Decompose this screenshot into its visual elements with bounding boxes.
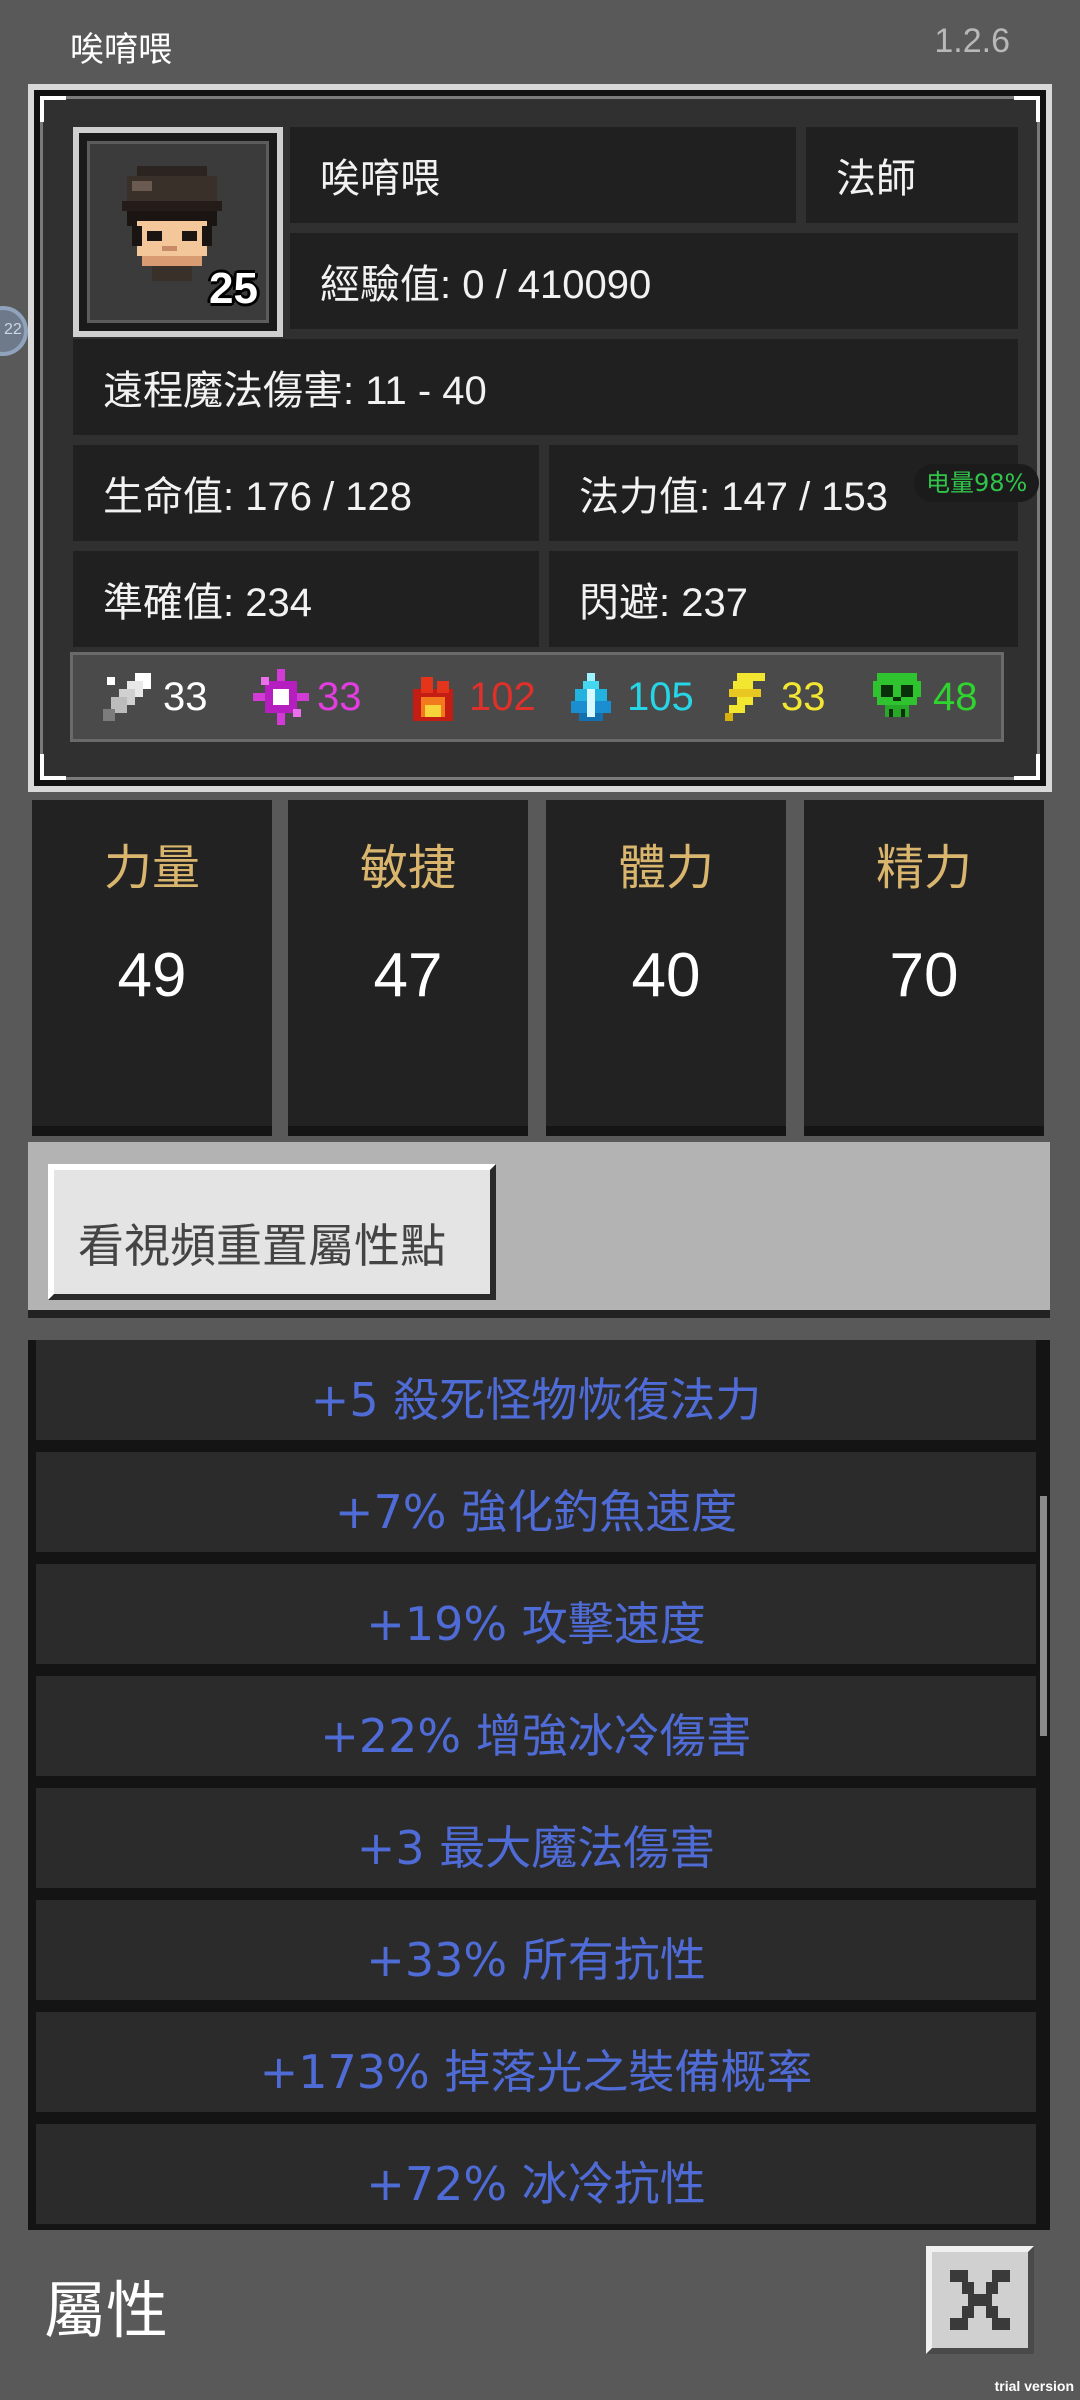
battery-indicator: 电量98% [914,464,1040,502]
bonus-text: +3 最大魔法傷害 [356,1821,716,1875]
trial-watermark: trial version [994,2378,1074,2394]
list-item: +5 殺死怪物恢復法力 [36,1340,1036,1446]
fire-icon [413,677,453,721]
stat-name: 體力 [617,840,714,896]
level-badge: 25 [209,264,258,313]
resist-value: 48 [933,674,978,719]
dodge-cell: 閃避: 237 [549,551,1018,647]
accuracy-value: 準確值: 234 [103,581,312,625]
hp-cell: 生命值: 176 / 128 [73,445,539,541]
accuracy-cell: 準確值: 234 [73,551,539,647]
bonus-text: +72% 冰冷抗性 [366,2157,706,2211]
stat-strength[interactable]: 力量 49 [32,800,272,1136]
reset-attributes-label: 看視頻重置屬性點 [78,1219,446,1273]
scrollbar-thumb[interactable] [1040,1496,1047,1736]
bonus-text: +22% 增強冰冷傷害 [320,1709,752,1763]
resist-value: 105 [627,674,694,719]
list-item: +19% 攻擊速度 [36,1564,1036,1670]
character-name: 唉唷喂 [320,157,440,201]
ranged-magic-damage: 遠程魔法傷害: 11 - 40 [103,369,487,413]
stat-name: 精力 [875,840,972,896]
resist-physical: 33 [99,655,208,739]
frame-corner [1014,96,1040,122]
bonus-text: +173% 掉落光之裝備概率 [259,2045,813,2099]
poison-skull-icon [873,673,921,717]
stat-vitality[interactable]: 體力 40 [546,800,786,1136]
resist-fire: 102 [405,655,536,739]
bonus-text: +33% 所有抗性 [366,1933,706,1987]
frame-corner [40,96,66,122]
stat-value: 47 [373,941,443,1010]
class-cell: 法師 [806,127,1018,223]
stat-value: 49 [117,941,187,1010]
damage-cell: 遠程魔法傷害: 11 - 40 [73,339,1018,435]
stat-value: 70 [889,941,959,1010]
dodge-value: 閃避: 237 [579,581,748,625]
list-item: +173% 掉落光之裝備概率 [36,2012,1036,2118]
reset-attributes-button[interactable]: 看視頻重置屬性點 [48,1164,496,1300]
top-bar-title: 唉唷喂 [70,30,172,70]
bonus-text: +7% 強化釣魚速度 [334,1485,738,1539]
name-cell: 唉唷喂 [290,127,796,223]
floating-bubble-label: 22 [4,321,22,338]
experience-cell: 經驗值: 0 / 410090 [290,233,1018,329]
floating-assist-bubble[interactable]: 22 [0,306,28,356]
scrollbar-track[interactable] [1040,1340,1048,2230]
list-item: +22% 增強冰冷傷害 [36,1676,1036,1782]
close-icon [950,2270,1010,2330]
experience-value: 經驗值: 0 / 410090 [320,263,652,307]
version-label: 1.2.6 [934,22,1010,60]
close-button[interactable] [926,2246,1034,2354]
resist-cold: 105 [563,655,694,739]
resist-value: 33 [781,674,826,719]
frame-corner [40,754,66,780]
resist-magic: 33 [253,655,362,739]
bonus-text: +19% 攻擊速度 [366,1597,706,1651]
sword-icon [103,673,151,721]
frame-corner [1014,754,1040,780]
bonus-text: +5 殺死怪物恢復法力 [310,1373,762,1427]
resist-poison: 48 [869,655,978,739]
stat-name: 力量 [103,840,200,896]
stat-energy[interactable]: 精力 70 [804,800,1044,1136]
magic-spark-icon [253,669,309,725]
list-item: +72% 冰冷抗性 [36,2124,1036,2230]
character-portrait[interactable]: 25 [73,127,283,337]
resist-value: 102 [469,674,536,719]
list-item: +33% 所有抗性 [36,1900,1036,2006]
character-class: 法師 [836,157,916,201]
screen-title: 屬性 [44,2274,169,2347]
resist-lightning: 33 [717,655,826,739]
bonus-list[interactable]: +5 殺死怪物恢復法力 +7% 強化釣魚速度 +19% 攻擊速度 +22% 增強… [28,1340,1050,2230]
stat-agility[interactable]: 敏捷 47 [288,800,528,1136]
stat-value: 40 [631,941,701,1010]
ice-crystal-icon [571,673,611,721]
resistance-strip: 33 33 102 105 33 48 [70,652,1004,742]
mp-value: 法力值: 147 / 153 [579,475,889,519]
stat-name: 敏捷 [359,840,456,896]
list-item: +3 最大魔法傷害 [36,1788,1036,1894]
hp-value: 生命值: 176 / 128 [103,475,413,519]
portrait-background: 25 [87,141,269,323]
lightning-icon [725,673,765,721]
resist-value: 33 [317,674,362,719]
list-item: +7% 強化釣魚速度 [36,1452,1036,1558]
resist-value: 33 [163,674,208,719]
